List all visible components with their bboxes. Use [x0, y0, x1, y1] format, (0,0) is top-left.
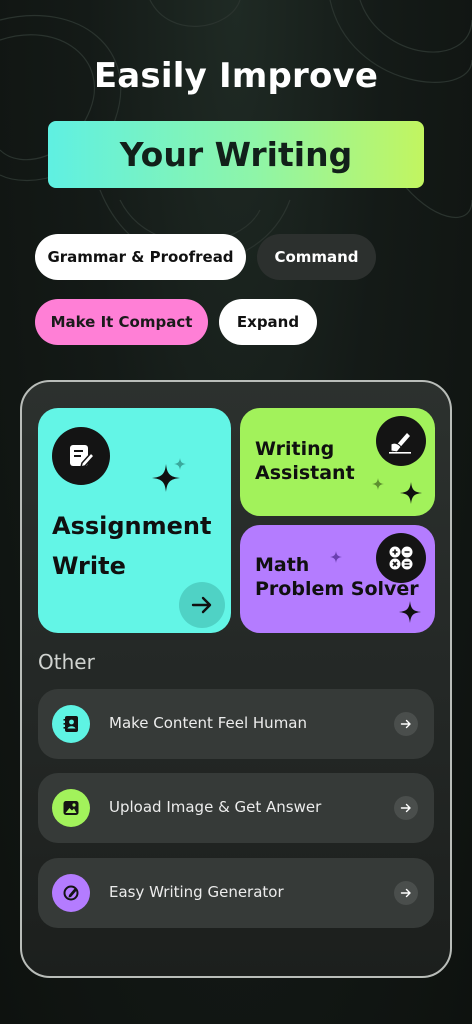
hero-highlight: Your Writing	[48, 121, 424, 188]
list-item-easy-writing-generator[interactable]: Easy Writing Generator	[38, 858, 434, 928]
chip-grammar-proofread[interactable]: Grammar & Proofread	[35, 234, 246, 280]
chip-command[interactable]: Command	[257, 234, 376, 280]
card-writing-title-line1: Writing	[255, 438, 335, 460]
card-assignment-title-line2: Write	[52, 552, 126, 580]
contact-book-icon	[52, 705, 90, 743]
hand-writing-icon	[376, 416, 426, 466]
sparkle-icon	[330, 551, 421, 623]
chip-make-it-compact[interactable]: Make It Compact	[35, 299, 208, 345]
card-writing-assistant[interactable]: Writing Assistant	[240, 408, 435, 516]
card-assignment-write[interactable]: Assignment Write	[38, 408, 231, 633]
headline: Easily Improve	[93, 56, 379, 96]
arrow-right-icon	[394, 881, 418, 905]
sparkle-icon	[152, 458, 186, 492]
card-assignment-title: Assignment Write	[52, 506, 211, 586]
image-upload-icon	[52, 789, 90, 827]
other-section-label: Other	[38, 650, 95, 674]
list-item-label: Upload Image & Get Answer	[109, 798, 322, 816]
arrow-right-button[interactable]	[179, 582, 225, 628]
sparkle-icon	[372, 478, 422, 504]
chip-expand[interactable]: Expand	[219, 299, 317, 345]
card-writing-title-line2: Assistant	[255, 461, 355, 484]
card-writing-title: Writing Assistant	[255, 438, 355, 486]
arrow-right-icon	[191, 596, 212, 614]
arrow-right-icon	[394, 796, 418, 820]
list-item-label: Easy Writing Generator	[109, 883, 284, 901]
card-math-problem-solver[interactable]: Math Problem Solver	[240, 525, 435, 633]
arrow-right-icon	[394, 712, 418, 736]
list-item-label: Make Content Feel Human	[109, 714, 308, 732]
list-item-upload-image[interactable]: Upload Image & Get Answer	[38, 773, 434, 843]
list-item-make-content-human[interactable]: Make Content Feel Human	[38, 689, 434, 759]
edit-document-icon	[52, 427, 110, 485]
pen-circle-icon	[52, 874, 90, 912]
card-assignment-title-line1: Assignment	[52, 512, 212, 540]
